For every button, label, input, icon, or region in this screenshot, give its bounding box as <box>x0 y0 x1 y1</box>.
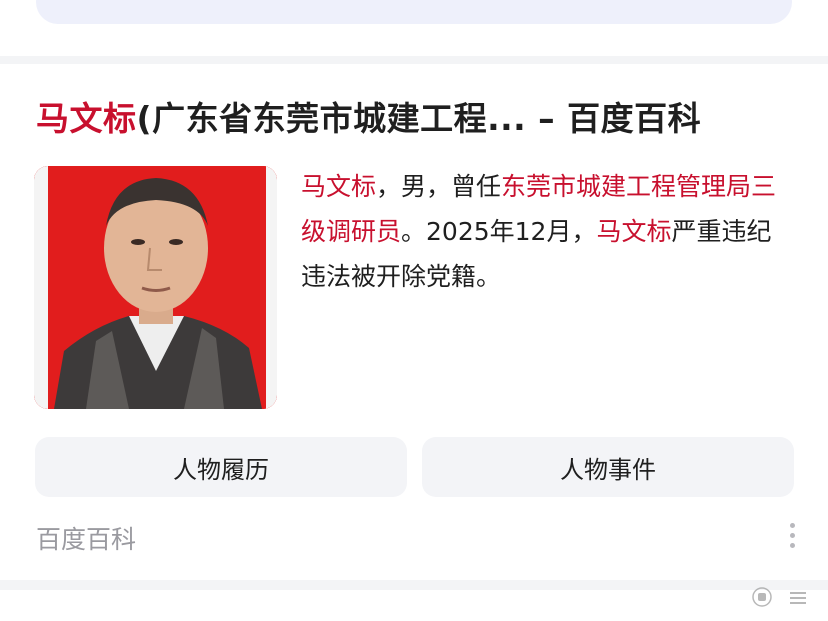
section-divider-top <box>0 56 828 64</box>
result-title-link[interactable]: 马文标(广东省东莞市城建工程... – 百度百科 <box>36 96 796 142</box>
result-description: 马文标，男，曾任东莞市城建工程管理局三级调研员。2025年12月，马文标严重违纪… <box>301 164 796 299</box>
title-rest[interactable]: (广东省东莞市城建工程... – 百度百科 <box>137 99 702 138</box>
desc-name-link-2[interactable]: 马文标 <box>596 217 671 246</box>
watermark-icon <box>742 582 818 612</box>
section-divider-bottom <box>0 580 828 590</box>
resume-button[interactable]: 人物履历 <box>35 437 407 497</box>
more-vertical-icon[interactable] <box>786 523 798 553</box>
desc-text: 。2025年12月， <box>401 217 597 246</box>
desc-name-link[interactable]: 马文标 <box>301 172 376 201</box>
encyclopedia-result-card: 马文标(广东省东莞市城建工程... – 百度百科 马文标，男，曾任东莞市城建工程… <box>0 64 828 580</box>
title-highlight[interactable]: 马文标 <box>36 99 137 138</box>
source-label[interactable]: 百度百科 <box>36 520 136 556</box>
search-bar-remnant[interactable] <box>36 0 792 24</box>
desc-text: ，男，曾任 <box>376 172 502 201</box>
events-button[interactable]: 人物事件 <box>422 437 794 497</box>
person-photo[interactable] <box>34 166 277 409</box>
person-portrait-image <box>34 166 277 409</box>
